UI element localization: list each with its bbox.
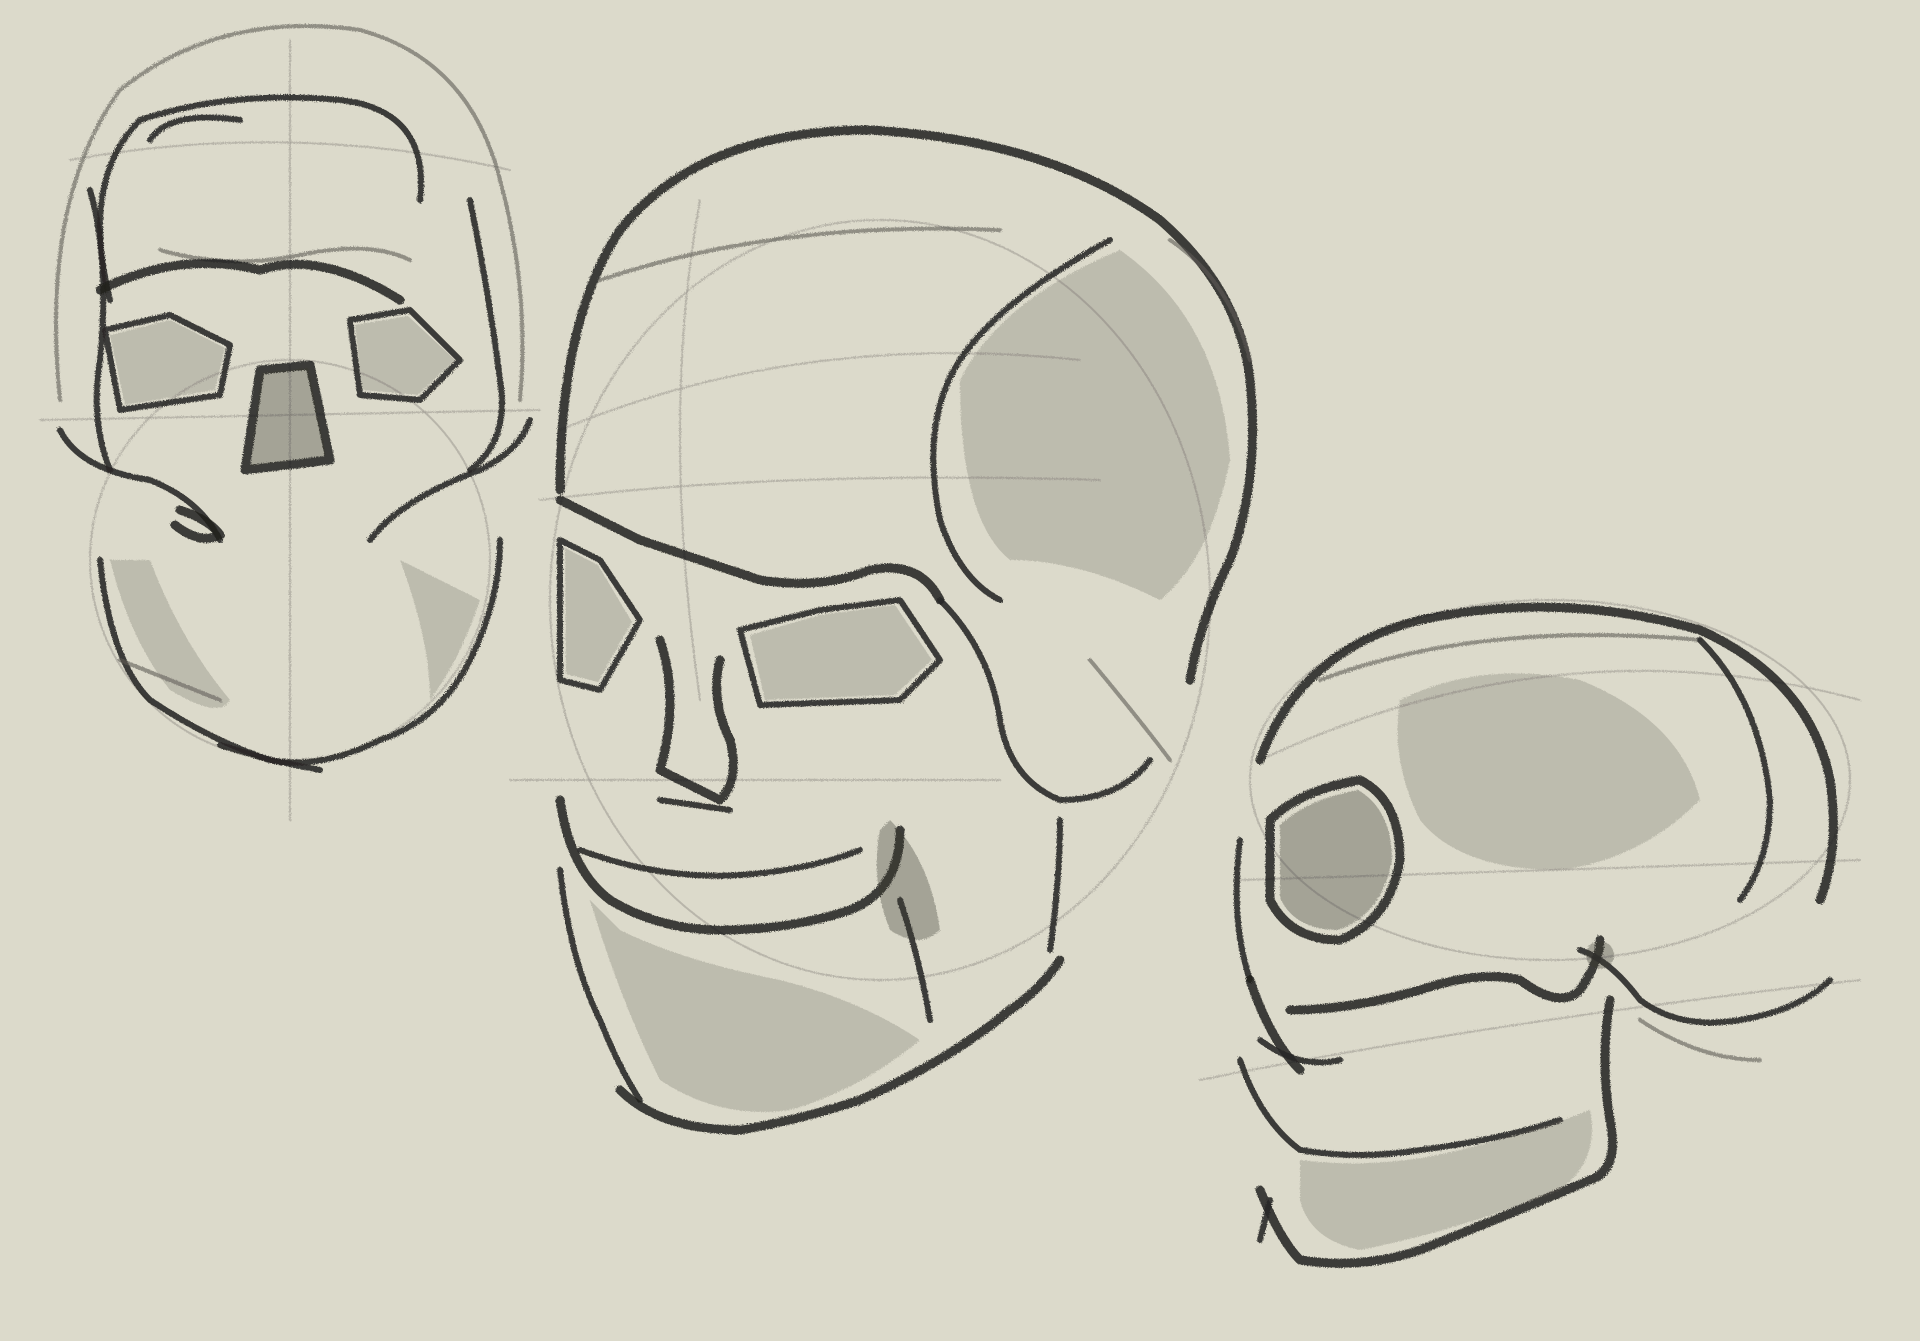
skull-side-tilted-view — [1199, 599, 1861, 1268]
sketch-artwork — [39, 24, 1861, 1268]
skull-three-quarter-view — [509, 125, 1257, 1135]
skull-front-view — [39, 24, 541, 821]
drawing-canvas — [0, 0, 1920, 1341]
